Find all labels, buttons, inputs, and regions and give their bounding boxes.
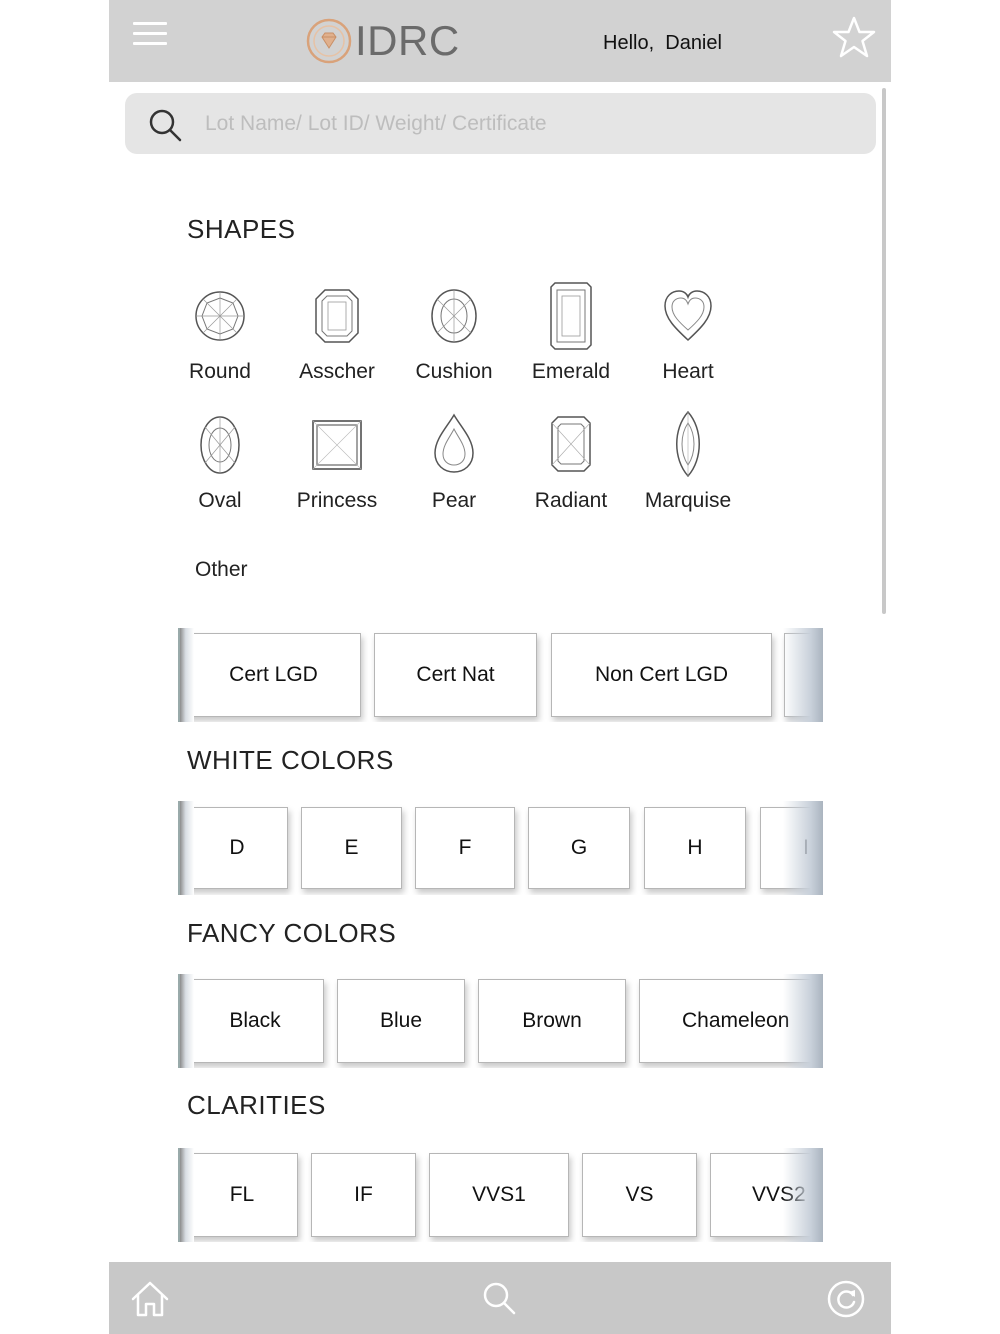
shape-label: Princess	[296, 489, 378, 512]
user-greeting: Hello, Daniel	[603, 32, 722, 54]
shape-emerald[interactable]: Emerald	[516, 282, 626, 392]
row-scroll-shadow-left	[178, 974, 194, 1068]
fancy-color-blue-button[interactable]: Blue	[337, 979, 465, 1063]
princess-diamond-icon	[312, 420, 362, 470]
logo: IDRC	[305, 16, 460, 66]
row-scroll-shadow-right	[783, 1148, 823, 1242]
shape-label: Pear	[431, 489, 477, 512]
white-colors-title: WHITE COLORS	[187, 745, 394, 775]
radiant-diamond-icon	[551, 416, 591, 472]
white-color-row[interactable]: D E F G H I	[178, 801, 823, 895]
oval-diamond-icon	[200, 416, 240, 474]
cushion-diamond-icon	[431, 289, 477, 343]
shape-asscher[interactable]: Asscher	[282, 282, 392, 392]
clarity-if-button[interactable]: IF	[311, 1153, 416, 1237]
heart-diamond-icon	[664, 290, 712, 342]
cert-type-row[interactable]: Cert LGD Cert Nat Non Cert LGD	[178, 628, 823, 722]
clarity-vs-button[interactable]: VS	[582, 1153, 697, 1237]
shape-heart[interactable]: Heart	[633, 282, 743, 392]
asscher-diamond-icon	[315, 289, 359, 343]
emerald-diamond-icon	[550, 282, 592, 350]
fancy-colors-title: FANCY COLORS	[187, 918, 397, 948]
scrollbar[interactable]	[882, 88, 886, 614]
shape-marquise[interactable]: Marquise	[633, 411, 743, 521]
white-color-g-button[interactable]: G	[528, 807, 630, 889]
shape-label: Radiant	[534, 489, 608, 512]
logo-text: IDRC	[355, 17, 460, 64]
shape-other[interactable]: Other	[195, 558, 248, 582]
fancy-color-black-button[interactable]: Black	[186, 979, 324, 1063]
row-scroll-shadow-left	[178, 1148, 194, 1242]
shape-label: Heart	[662, 360, 714, 383]
shape-princess[interactable]: Princess	[282, 411, 392, 521]
diamond-logo-icon	[306, 18, 352, 64]
cert-nat-button[interactable]: Cert Nat	[374, 633, 537, 717]
non-cert-lgd-button[interactable]: Non Cert LGD	[551, 633, 772, 717]
fancy-color-brown-button[interactable]: Brown	[478, 979, 626, 1063]
row-scroll-shadow-left	[178, 628, 194, 722]
shape-pear[interactable]: Pear	[399, 411, 509, 521]
shape-oval[interactable]: Oval	[165, 411, 275, 521]
home-icon[interactable]	[129, 1278, 171, 1320]
clarity-fl-button[interactable]: FL	[186, 1153, 298, 1237]
white-color-h-button[interactable]: H	[644, 807, 746, 889]
bottom-nav	[109, 1262, 891, 1334]
refresh-icon[interactable]	[825, 1278, 867, 1320]
shapes-title: SHAPES	[187, 214, 296, 244]
marquise-diamond-icon	[676, 411, 700, 477]
search-input[interactable]	[203, 103, 847, 145]
shape-label: Cushion	[415, 360, 493, 383]
shape-label: Asscher	[299, 360, 375, 383]
fancy-color-row[interactable]: Black Blue Brown Chameleon	[178, 974, 823, 1068]
app-screen: IDRC Hello, Daniel SHAPES Round	[109, 0, 891, 1334]
cert-lgd-button[interactable]: Cert LGD	[186, 633, 361, 717]
clarity-vvs1-button[interactable]: VVS1	[429, 1153, 569, 1237]
white-color-f-button[interactable]: F	[415, 807, 515, 889]
shape-cushion[interactable]: Cushion	[399, 282, 509, 392]
row-scroll-shadow-right	[783, 628, 823, 722]
shape-label: Emerald	[531, 360, 611, 383]
hamburger-menu-icon[interactable]	[133, 22, 167, 52]
shape-round[interactable]: Round	[165, 282, 275, 392]
clarities-title: CLARITIES	[187, 1090, 326, 1120]
shape-label: Marquise	[644, 489, 732, 512]
search-icon[interactable]	[479, 1278, 521, 1320]
round-diamond-icon	[195, 291, 245, 341]
top-bar: IDRC Hello, Daniel	[109, 0, 891, 82]
shape-radiant[interactable]: Radiant	[516, 411, 626, 521]
white-color-d-button[interactable]: D	[186, 807, 288, 889]
shape-label: Oval	[198, 489, 242, 512]
search-bar[interactable]	[125, 93, 876, 154]
white-color-e-button[interactable]: E	[301, 807, 402, 889]
row-scroll-shadow-right	[783, 801, 823, 895]
shape-label: Round	[189, 360, 251, 383]
star-icon[interactable]	[829, 14, 879, 62]
clarity-row[interactable]: FL IF VVS1 VS VVS2	[178, 1148, 823, 1242]
row-scroll-shadow-left	[178, 801, 194, 895]
pear-diamond-icon	[434, 413, 474, 473]
row-scroll-shadow-right	[783, 974, 823, 1068]
search-icon	[149, 109, 182, 142]
